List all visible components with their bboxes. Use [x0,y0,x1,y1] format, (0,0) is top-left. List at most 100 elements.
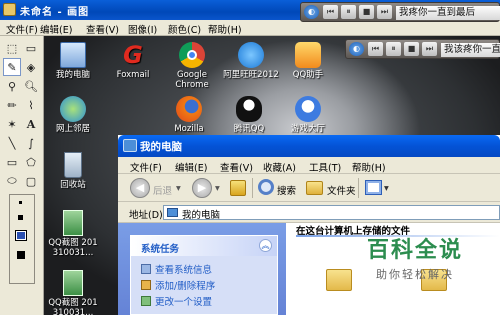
paint-toolbox: ⬚ ▭ ✎ ◈ ⚲ 🔍︎ ✏ ⌇ ✶ A ╲ ∫ ▭ ⬠ ⬭ ▢ [0,36,44,315]
polygon-tool-icon[interactable]: ⬠ [22,153,40,171]
rounded-rect-tool-icon[interactable]: ▢ [22,172,40,190]
watermark-slogan: 助你轻松解决 [376,268,454,281]
now-playing-title: 我疼你一直到最后 [396,6,500,20]
watermark: 百科全说 助你轻松解决 [330,232,500,292]
now-playing-title: 我该疼你一直到最后 [441,43,500,57]
my-computer-icon [123,139,137,152]
paint-menu-help[interactable]: 帮助(H) [208,22,242,36]
rectangle-tool-icon[interactable]: ▭ [3,153,21,171]
back-dropdown-icon[interactable]: ▾ [176,183,181,194]
desktop-icon-foxmail[interactable]: G Foxmail [104,42,162,80]
folders-icon[interactable] [306,181,323,195]
views-icon[interactable] [365,180,382,195]
search-icon[interactable] [258,179,274,195]
desktop-icon-screenshot-1[interactable]: QQ截图 201310031... [44,210,102,258]
address-input[interactable]: 我的电脑 [163,205,500,221]
explorer-menu-bar: 文件(F) 编辑(E) 查看(V) 收藏(A) 工具(T) 帮助(H) [118,157,500,174]
tool-options-box[interactable] [9,194,35,284]
my-computer-icon [60,42,86,68]
qq-icon [236,96,262,122]
desktop-icon-firefox[interactable]: Mozilla [160,96,218,134]
explorer-menu-view[interactable]: 查看(V) [220,160,253,174]
system-tasks-header[interactable]: 系统任务 ︽ [131,236,277,256]
previous-track-icon[interactable]: ⏮ [323,5,338,19]
system-info-icon [141,264,151,274]
foxmail-icon: G [123,41,143,69]
brush-icon[interactable]: ⌇ [22,96,40,114]
line-tool-icon[interactable]: ╲ [3,134,21,152]
color-picker-icon[interactable]: ⚲ [3,77,21,95]
explorer-menu-edit[interactable]: 编辑(E) [175,160,207,174]
forward-dropdown-icon[interactable]: ▾ [215,183,220,194]
explorer-toolbar: ◀ 后退 ▾ ▶ ▾ 搜索 文件夹 ▾ [118,174,500,202]
next-track-icon[interactable]: ⏭ [377,5,392,19]
paint-window-title: 未命名 - 画图 [20,7,90,18]
toolbar-divider [358,178,359,198]
explorer-menu-help[interactable]: 帮助(H) [352,160,386,174]
airbrush-icon[interactable]: ✶ [3,115,21,133]
explorer-menu-file[interactable]: 文件(F) [130,160,162,174]
paint-menu-bar: 文件(F) 编辑(E) 查看(V) 图像(I) 颜色(C) 帮助(H) [0,20,500,36]
pause-icon[interactable]: ⏸ [386,42,401,56]
desktop-icon-recycle-bin[interactable]: 回收站 [44,152,102,190]
desktop-icon-network[interactable]: 网上邻居 [44,96,102,134]
fill-bucket-icon[interactable]: ◈ [22,58,40,76]
address-bar: 地址(D) 我的电脑 [118,202,500,223]
desktop-icon-screenshot-2[interactable]: QQ截图 201310031... [44,270,102,315]
magnifier-icon[interactable]: 🔍︎ [22,77,40,95]
desktop-icon-my-computer[interactable]: 我的电脑 [44,42,102,80]
player-logo-icon: ◐ [304,5,319,19]
curve-tool-icon[interactable]: ∫ [22,134,40,152]
back-arrow-icon[interactable]: ◀ [130,178,150,198]
desktop-icon-aliwangwang[interactable]: 阿里旺旺2012 [222,42,280,80]
free-select-icon[interactable]: ⬚ [3,39,21,57]
task-change-setting[interactable]: 更改一个设置 [141,294,212,308]
desktop-icon-qq-assistant[interactable]: QQ助手 [279,42,337,80]
views-dropdown-icon[interactable]: ▾ [384,183,389,194]
task-view-system-info[interactable]: 查看系统信息 [141,262,212,276]
network-icon [60,96,86,122]
paint-menu-image[interactable]: 图像(I) [128,22,157,36]
ellipse-tool-icon[interactable]: ⬭ [3,172,21,190]
desktop-icon-qq[interactable]: 腾讯QQ [220,96,278,134]
back-button-label[interactable]: 后退 [153,183,172,197]
add-remove-programs-icon [141,280,151,290]
next-track-icon[interactable]: ⏭ [422,42,437,56]
toolbar-divider [252,178,253,198]
folders-button-label[interactable]: 文件夹 [327,183,356,197]
watermark-brand: 百科全说 [366,238,463,263]
control-panel-icon [141,296,151,306]
stop-icon[interactable]: ■ [359,5,374,19]
search-button-label[interactable]: 搜索 [277,183,296,197]
pause-icon[interactable]: ⏸ [341,5,356,19]
system-tasks-panel: 系统任务 ︽ 查看系统信息 添加/删除程序 更改一个设置 [130,235,278,315]
music-player-2: ◐ ⏮ ⏸ ■ ⏭ 我该疼你一直到最后 [345,39,500,59]
explorer-menu-tools[interactable]: 工具(T) [309,160,341,174]
my-computer-icon [167,208,178,217]
screenshot-file-icon [63,210,83,236]
previous-track-icon[interactable]: ⏮ [368,42,383,56]
explorer-title-bar[interactable]: 我的电脑 [118,135,500,157]
desktop-icon-chrome[interactable]: Google Chrome [163,42,221,90]
task-add-remove-programs[interactable]: 添加/删除程序 [141,278,215,292]
paint-menu-view[interactable]: 查看(V) [86,22,119,36]
screenshot-file-icon [63,270,83,296]
up-folder-icon[interactable] [230,180,246,196]
explorer-menu-favorites[interactable]: 收藏(A) [263,160,296,174]
desktop-icon-game-hall[interactable]: 游戏大厅 [279,96,337,134]
qq-assistant-icon [295,42,321,68]
paint-menu-file[interactable]: 文件(F) [6,22,38,36]
collapse-chevron-icon[interactable]: ︽ [259,239,272,252]
explorer-window-title: 我的电脑 [140,141,182,153]
firefox-icon [176,96,202,122]
pencil-icon[interactable]: ✏ [3,96,21,114]
rect-select-icon[interactable]: ▭ [22,39,40,57]
forward-arrow-icon[interactable]: ▶ [192,178,212,198]
text-tool-icon[interactable]: A [22,115,40,133]
paint-menu-colors[interactable]: 颜色(C) [168,22,201,36]
eraser-icon[interactable]: ✎ [3,58,21,76]
paint-menu-edit[interactable]: 编辑(E) [40,22,72,36]
system-tasks-title: 系统任务 [141,244,180,255]
explorer-task-pane: 系统任务 ︽ 查看系统信息 添加/删除程序 更改一个设置 [118,223,286,315]
stop-icon[interactable]: ■ [404,42,419,56]
